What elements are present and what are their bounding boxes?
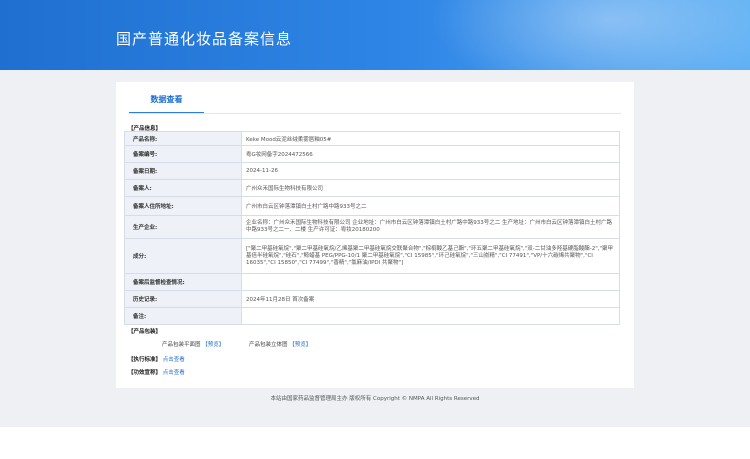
standard-label: 【执行标准】 xyxy=(128,357,162,363)
packaging-stereo-preview-link[interactable]: 【预览】 xyxy=(289,342,311,348)
table-row: 产品名称: Keke Mood云泥丝绒柔雾唇釉05# xyxy=(124,131,620,146)
field-value: 2024-11-26 xyxy=(241,162,620,180)
footer-copyright: 本站由国家药品监督管理局主办 版权所有 Copyright © NMPA All… xyxy=(270,396,480,402)
packaging-stereo: 产品包装立体图 【预览】 xyxy=(249,340,311,348)
table-row: 成分: ["聚二甲基硅氧烷","聚二甲基硅氧烷/乙烯基聚二甲基硅氧烷交联聚合物"… xyxy=(124,238,620,274)
packaging-section-label: 【产品包装】 xyxy=(128,329,162,335)
table-row: 生产企业: 企业名称：广州众禾国际生物科技有限公司 企业地址：广州市白云区钟落潭… xyxy=(124,215,620,239)
efficacy-row: 【功效宣称】 点击查看 xyxy=(128,368,185,376)
field-key: 产品名称: xyxy=(124,131,242,146)
packaging-flat-preview-link[interactable]: 【预览】 xyxy=(202,342,224,348)
table-row: 备案后监督检查情况: xyxy=(124,273,620,291)
packaging-flat-label: 产品包装平面图 xyxy=(162,342,201,348)
table-row: 备案编号: 粤G妆网备字2024472566 xyxy=(124,145,620,163)
packaging-stereo-label: 产品包装立体图 xyxy=(249,342,288,348)
field-value: 企业名称：广州众禾国际生物科技有限公司 企业地址：广州市白云区钟落潭镇白土村广路… xyxy=(241,215,620,239)
field-value xyxy=(241,307,620,325)
table-row: 备案人: 广州众禾国际生物科技有限公司 xyxy=(124,179,620,197)
field-key: 备案编号: xyxy=(124,145,242,163)
standard-row: 【执行标准】 点击查看 xyxy=(128,355,185,363)
page-title: 国产普通化妆品备案信息 xyxy=(116,30,293,48)
table-row: 备案人住所地址: 广州市白云区钟落潭镇白土村广路中路933号之二 xyxy=(124,196,620,216)
field-key: 历史记录: xyxy=(124,290,242,308)
field-key: 备注: xyxy=(124,307,242,325)
efficacy-label: 【功效宣称】 xyxy=(128,370,162,376)
banner-glow xyxy=(430,0,750,70)
field-value: Keke Mood云泥丝绒柔雾唇釉05# xyxy=(241,131,620,146)
standard-view-link[interactable]: 点击查看 xyxy=(163,357,185,363)
table-row: 历史记录: 2024年11月28日 首次备案 xyxy=(124,290,620,308)
field-value: 广州众禾国际生物科技有限公司 xyxy=(241,179,620,197)
header-banner: 国产普通化妆品备案信息 xyxy=(0,0,750,70)
field-key: 生产企业: xyxy=(124,215,242,239)
table-row: 备注: xyxy=(124,307,620,325)
tab-divider xyxy=(129,113,621,114)
field-key: 备案日期: xyxy=(124,162,242,180)
field-value: 2024年11月28日 首次备案 xyxy=(241,290,620,308)
efficacy-view-link[interactable]: 点击查看 xyxy=(163,370,185,376)
table-row: 备案日期: 2024-11-26 xyxy=(124,162,620,180)
field-value: 粤G妆网备字2024472566 xyxy=(241,145,620,163)
packaging-flat: 产品包装平面图 【预览】 xyxy=(162,340,224,348)
field-key: 备案人住所地址: xyxy=(124,196,242,216)
field-value: ["聚二甲基硅氧烷","聚二甲基硅氧烷/乙烯基聚二甲基硅氧烷交联聚合物","棕榈… xyxy=(241,238,620,274)
field-key: 备案后监督检查情况: xyxy=(124,273,242,291)
product-info-table: 产品名称: Keke Mood云泥丝绒柔雾唇釉05# 备案编号: 粤G妆网备字2… xyxy=(124,131,620,325)
field-key: 备案人: xyxy=(124,179,242,197)
tab-data-view[interactable]: 数据查看 xyxy=(129,90,204,114)
field-value: 广州市白云区钟落潭镇白土村广路中路933号之二 xyxy=(241,196,620,216)
field-key: 成分: xyxy=(124,238,242,274)
field-value xyxy=(241,273,620,291)
